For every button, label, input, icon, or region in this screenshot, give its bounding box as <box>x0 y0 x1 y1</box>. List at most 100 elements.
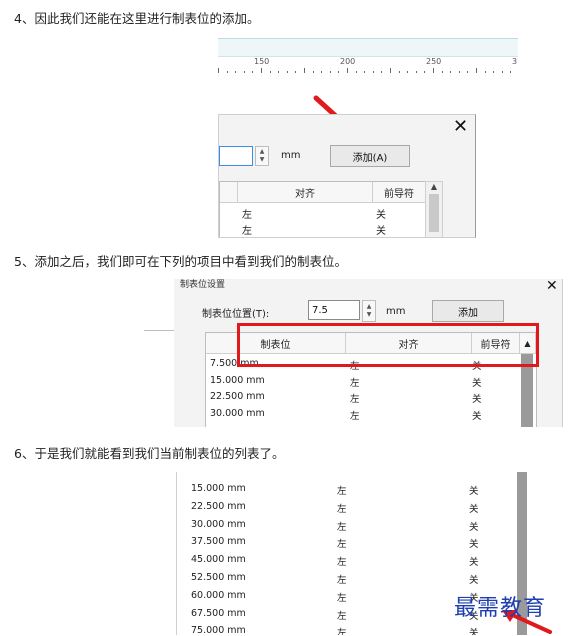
ruler-tick <box>476 68 477 73</box>
add-button[interactable]: 添加(A) <box>330 145 410 167</box>
cell-tabstop: 30.000 mm <box>210 407 265 419</box>
scroll-thumb[interactable] <box>429 194 439 232</box>
ruler-tick <box>441 71 443 73</box>
cell-align: 左 <box>337 592 347 604</box>
cell-leader: 关 <box>469 486 479 497</box>
cell-tabstop: 22.500 mm <box>210 391 265 402</box>
cell-tabstop: 60.000 mm <box>191 589 246 601</box>
close-icon[interactable]: ✕ <box>453 118 468 136</box>
cell-align: 左 <box>242 210 252 221</box>
cell-leader: 关 <box>469 503 479 515</box>
watermark-logo: 最需教育 <box>454 596 547 621</box>
cell-tabstop: 15.000 mm <box>210 374 265 386</box>
spin-button[interactable]: ▲ ▼ <box>255 146 269 166</box>
cell-align: 左 <box>350 394 360 405</box>
spin-down-icon[interactable]: ▼ <box>367 311 372 319</box>
cell-leader: 关 <box>469 575 479 586</box>
tab-dialog-fragment-1: ✕ ▲ ▼ mm 添加(A) 对齐 前导符 左 关 左 关 ▲ <box>218 114 476 238</box>
ruler: 150 200 250 3 <box>218 38 518 75</box>
ruler-tick <box>424 71 426 73</box>
ruler-tick <box>501 71 503 73</box>
cell-align: 左 <box>350 410 360 422</box>
tab-table-1: 对齐 前导符 左 关 左 关 <box>219 181 427 237</box>
cell-tabstop: 37.500 mm <box>191 536 246 548</box>
cell-align: 左 <box>337 610 347 622</box>
ruler-tick <box>252 71 254 73</box>
cell-leader: 关 <box>376 226 386 237</box>
cell-leader: 关 <box>469 521 479 533</box>
scroll-up-icon[interactable]: ▲ <box>426 182 442 191</box>
cell-tabstop: 22.500 mm <box>191 500 246 512</box>
cell-align: 左 <box>337 575 347 586</box>
ruler-tick <box>286 71 288 73</box>
spin-up-icon[interactable]: ▲ <box>367 303 372 311</box>
ruler-band <box>218 39 518 57</box>
ruler-tick <box>261 68 262 73</box>
tab-position-label: 制表位位置(T): <box>202 309 270 320</box>
ruler-tick <box>433 68 434 73</box>
cell-align: 左 <box>337 486 347 497</box>
cell-align: 左 <box>350 377 360 389</box>
ruler-tick <box>312 71 314 73</box>
table-header: 对齐 前导符 <box>220 182 426 203</box>
cell-tabstop: 52.500 mm <box>191 572 246 583</box>
ruler-tick <box>484 71 486 73</box>
ruler-label-150: 150 <box>254 57 270 66</box>
spin-down-icon[interactable]: ▼ <box>260 156 265 164</box>
col-leader[interactable]: 前导符 <box>373 182 426 202</box>
ruler-tick <box>458 71 460 73</box>
cell-align: 左 <box>337 503 347 515</box>
ruler-label-250: 250 <box>426 57 442 66</box>
cell-leader: 关 <box>472 377 482 389</box>
unit-label: mm <box>281 150 301 161</box>
cell-align: 左 <box>337 628 347 635</box>
spin-up-icon[interactable]: ▲ <box>260 148 265 156</box>
ruler-tick <box>321 71 323 73</box>
ruler-tick <box>372 71 374 73</box>
ruler-tick <box>347 68 348 73</box>
cell-leader: 关 <box>376 210 386 221</box>
ruler-tick <box>355 71 357 73</box>
divider <box>144 330 174 331</box>
ruler-tick <box>243 71 245 73</box>
ruler-tick <box>364 71 366 73</box>
ruler-tick <box>510 71 512 73</box>
ruler-tick <box>329 71 331 73</box>
tab-position-input[interactable] <box>219 146 253 166</box>
tab-position-input[interactable]: 7.5 <box>308 300 360 320</box>
cell-align: 左 <box>337 557 347 569</box>
col-align[interactable]: 对齐 <box>238 182 373 202</box>
cell-align: 左 <box>337 521 347 533</box>
ruler-label-200: 200 <box>340 57 356 66</box>
close-icon[interactable]: ✕ <box>546 279 558 295</box>
step-5-text: 5、添加之后，我们即可在下列的项目中看到我们的制表位。 <box>14 254 347 269</box>
unit-label: mm <box>386 306 406 317</box>
ruler-tick <box>218 68 219 73</box>
cell-tabstop: 45.000 mm <box>191 554 246 566</box>
cell-align: 左 <box>242 226 252 237</box>
ruler-tick <box>269 71 271 73</box>
cell-leader: 关 <box>469 539 479 551</box>
ruler-tick <box>415 71 417 73</box>
group-label: 制表位设置 <box>180 280 226 290</box>
cell-leader: 关 <box>469 628 479 635</box>
ruler-tick <box>338 71 340 73</box>
ruler-tick <box>398 71 400 73</box>
spin-button[interactable]: ▲ ▼ <box>362 300 376 322</box>
ruler-tick <box>295 71 297 73</box>
ruler-tick <box>450 71 452 73</box>
ruler-tick <box>226 71 228 73</box>
cell-align: 左 <box>337 539 347 551</box>
ruler-tick <box>390 68 391 73</box>
add-button[interactable]: 添加 <box>432 300 504 322</box>
ruler-tick <box>467 71 469 73</box>
cell-leader: 关 <box>469 557 479 569</box>
step-4-text: 4、因此我们还能在这里进行制表位的添加。 <box>14 11 260 26</box>
cell-tabstop: 15.000 mm <box>191 483 246 494</box>
ruler-tick <box>235 71 237 73</box>
cell-tabstop: 67.500 mm <box>191 607 246 619</box>
cell-tabstop: 75.000 mm <box>191 625 246 635</box>
scrollbar[interactable]: ▲ <box>425 181 443 237</box>
cell-leader: 关 <box>472 394 482 405</box>
ruler-tick <box>407 71 409 73</box>
